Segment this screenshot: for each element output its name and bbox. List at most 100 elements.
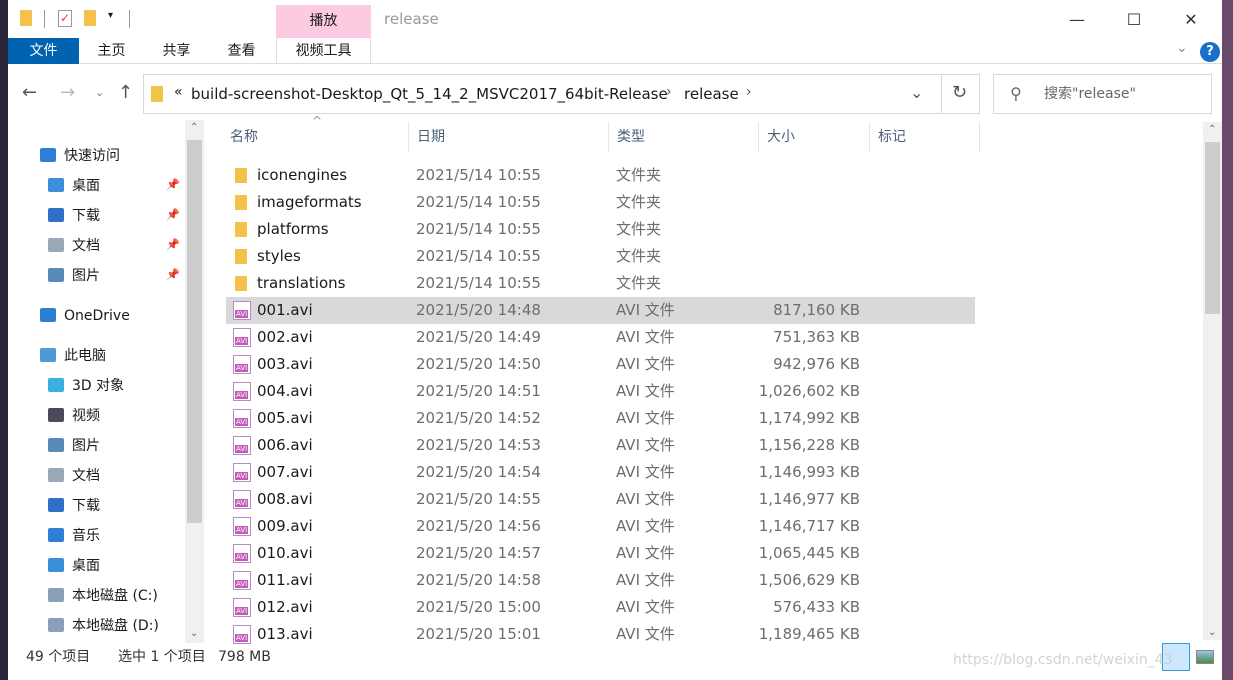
file-size: 1,174,992 KB: [758, 409, 860, 427]
pin-icon[interactable]: 📌: [166, 208, 180, 221]
breadcrumb-parent[interactable]: build-screenshot-Desktop_Qt_5_14_2_MSVC2…: [191, 85, 668, 103]
picture-icon: [48, 268, 64, 282]
download-icon: [48, 208, 64, 222]
nav-item-label: 文档: [72, 468, 100, 484]
file-size: 1,146,993 KB: [758, 463, 860, 481]
minimize-button[interactable]: —: [1054, 6, 1100, 34]
file-row[interactable]: 008.avi 2021/5/20 14:55 AVI 文件 1,146,977…: [226, 486, 975, 513]
nav-item-label: 3D 对象: [72, 378, 125, 394]
file-row[interactable]: 006.avi 2021/5/20 14:53 AVI 文件 1,156,228…: [226, 432, 975, 459]
nav-item[interactable]: 音乐: [48, 525, 100, 547]
up-button[interactable]: ↑: [118, 82, 133, 103]
file-row[interactable]: 013.avi 2021/5/20 15:01 AVI 文件 1,189,465…: [226, 621, 975, 648]
nav-item[interactable]: 下载: [48, 495, 100, 517]
file-row[interactable]: 004.avi 2021/5/20 14:51 AVI 文件 1,026,602…: [226, 378, 975, 405]
file-name: 001.avi: [257, 301, 313, 319]
nav-scrollbar-thumb[interactable]: [187, 140, 202, 523]
expand-ribbon-icon[interactable]: ⌄: [1176, 40, 1188, 56]
address-dropdown-icon[interactable]: ⌄: [910, 83, 923, 102]
folder-icon: [235, 249, 247, 264]
file-size: 1,026,602 KB: [758, 382, 860, 400]
file-size: 576,433 KB: [773, 598, 860, 616]
breadcrumb-current[interactable]: release: [684, 85, 739, 103]
nav-item[interactable]: 视频: [48, 405, 100, 427]
column-header-type[interactable]: 类型: [609, 122, 759, 152]
window-title: release: [384, 10, 439, 28]
nav-item[interactable]: 下载: [48, 205, 100, 227]
help-button[interactable]: ?: [1200, 42, 1220, 62]
nav-item[interactable]: 文档: [48, 465, 100, 487]
nav-item[interactable]: 图片: [48, 435, 100, 457]
large-icons-view-button[interactable]: [1196, 650, 1214, 664]
breadcrumb-separator[interactable]: ›: [666, 84, 672, 100]
folder-icon: [151, 86, 163, 102]
tab-file[interactable]: 文件: [8, 38, 79, 64]
file-list-scrollbar[interactable]: ⌃ ⌄: [1203, 122, 1222, 640]
properties-icon[interactable]: ✓: [58, 10, 72, 27]
file-row[interactable]: 001.avi 2021/5/20 14:48 AVI 文件 817,160 K…: [226, 297, 975, 324]
desktop-icon: [48, 558, 64, 572]
divider: [44, 10, 45, 28]
tab-view[interactable]: 查看: [209, 38, 274, 64]
file-row[interactable]: iconengines 2021/5/14 10:55 文件夹: [226, 162, 975, 189]
tab-video-tools[interactable]: 视频工具: [276, 38, 371, 64]
forward-button[interactable]: →: [60, 82, 75, 103]
file-row[interactable]: imageformats 2021/5/14 10:55 文件夹: [226, 189, 975, 216]
breadcrumb-separator[interactable]: ›: [746, 84, 752, 100]
divider: [129, 10, 130, 28]
file-row[interactable]: 010.avi 2021/5/20 14:57 AVI 文件 1,065,445…: [226, 540, 975, 567]
nav-item[interactable]: 本地磁盘 (C:): [48, 585, 158, 607]
tab-home[interactable]: 主页: [79, 38, 144, 64]
nav-item[interactable]: OneDrive: [40, 305, 130, 327]
file-name: 004.avi: [257, 382, 313, 400]
search-input[interactable]: 搜索"release": [993, 74, 1212, 114]
file-date: 2021/5/20 14:56: [416, 517, 541, 535]
nav-item[interactable]: 桌面: [48, 175, 100, 197]
nav-item[interactable]: 图片: [48, 265, 100, 287]
address-bar[interactable]: « build-screenshot-Desktop_Qt_5_14_2_MSV…: [143, 74, 980, 114]
file-list-scrollbar-thumb[interactable]: [1205, 142, 1220, 314]
pin-icon[interactable]: 📌: [166, 178, 180, 191]
overflow-chevron[interactable]: «: [174, 84, 183, 100]
file-row[interactable]: platforms 2021/5/14 10:55 文件夹: [226, 216, 975, 243]
file-row[interactable]: 007.avi 2021/5/20 14:54 AVI 文件 1,146,993…: [226, 459, 975, 486]
file-row[interactable]: 003.avi 2021/5/20 14:50 AVI 文件 942,976 K…: [226, 351, 975, 378]
column-header-tags[interactable]: 标记: [870, 122, 980, 152]
column-header-size[interactable]: 大小: [759, 122, 870, 152]
maximize-button[interactable]: ☐: [1111, 6, 1157, 34]
file-row[interactable]: 005.avi 2021/5/20 14:52 AVI 文件 1,174,992…: [226, 405, 975, 432]
nav-item[interactable]: 文档: [48, 235, 100, 257]
file-name: 008.avi: [257, 490, 313, 508]
file-date: 2021/5/20 14:53: [416, 436, 541, 454]
file-row[interactable]: styles 2021/5/14 10:55 文件夹: [226, 243, 975, 270]
file-row[interactable]: 002.avi 2021/5/20 14:49 AVI 文件 751,363 K…: [226, 324, 975, 351]
file-row[interactable]: 012.avi 2021/5/20 15:00 AVI 文件 576,433 K…: [226, 594, 975, 621]
file-row[interactable]: 009.avi 2021/5/20 14:56 AVI 文件 1,146,717…: [226, 513, 975, 540]
file-type: AVI 文件: [616, 301, 675, 319]
file-date: 2021/5/20 14:54: [416, 463, 541, 481]
new-folder-icon[interactable]: [84, 10, 96, 26]
tab-share[interactable]: 共享: [144, 38, 209, 64]
column-header-date[interactable]: 日期: [409, 122, 609, 152]
nav-item[interactable]: 快速访问: [40, 145, 120, 167]
close-button[interactable]: ✕: [1168, 6, 1214, 34]
file-name: 011.avi: [257, 571, 313, 589]
column-header-name[interactable]: 名称: [222, 122, 409, 152]
nav-item[interactable]: 此电脑: [40, 345, 106, 367]
avi-file-icon: [233, 409, 251, 428]
refresh-icon[interactable]: ↻: [952, 82, 967, 103]
pin-icon[interactable]: 📌: [166, 268, 180, 281]
file-name: imageformats: [257, 193, 362, 211]
nav-scrollbar[interactable]: ⌃ ⌄: [185, 120, 204, 643]
file-row[interactable]: translations 2021/5/14 10:55 文件夹: [226, 270, 975, 297]
nav-item[interactable]: 3D 对象: [48, 375, 124, 397]
recent-locations-button[interactable]: ⌄: [95, 86, 104, 99]
context-tab-play[interactable]: 播放: [276, 5, 371, 38]
file-row[interactable]: 011.avi 2021/5/20 14:58 AVI 文件 1,506,629…: [226, 567, 975, 594]
back-button[interactable]: ←: [22, 82, 37, 103]
file-name: styles: [257, 247, 301, 265]
nav-item[interactable]: 本地磁盘 (D:): [48, 615, 159, 637]
customize-quick-access-icon[interactable]: ▾: [108, 10, 113, 21]
pin-icon[interactable]: 📌: [166, 238, 180, 251]
nav-item[interactable]: 桌面: [48, 555, 100, 577]
